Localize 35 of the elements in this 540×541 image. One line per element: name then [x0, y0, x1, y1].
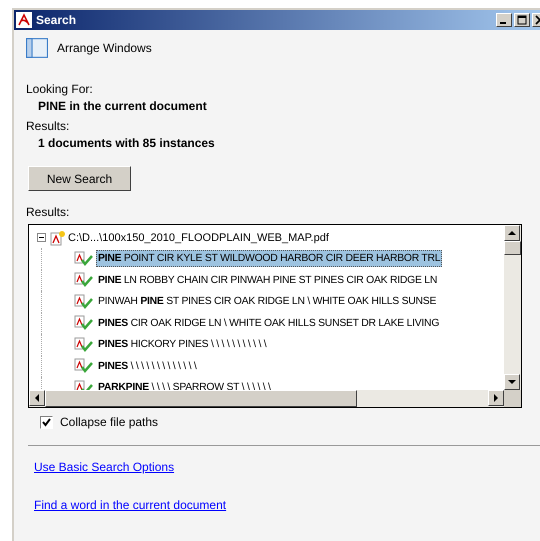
- collapse-file-paths-label[interactable]: Collapse file paths: [60, 415, 158, 429]
- window-title: Search: [36, 13, 78, 27]
- file-path-item[interactable]: C:\D...\100x150_2010_FLOODPLAIN_WEB_MAP.pdf: [68, 232, 329, 244]
- scrollbar-corner: [504, 390, 521, 407]
- search-query-text: PINE in the current document: [37, 99, 208, 113]
- scroll-thumb[interactable]: [504, 241, 521, 255]
- pdf-file-icon: [49, 230, 65, 246]
- checked-document-icon: [74, 272, 94, 288]
- arrange-windows-label[interactable]: Arrange Windows: [57, 41, 152, 55]
- search-result-item[interactable]: PINES \ \ \ \ \ \ \ \ \ \ \ \ \: [96, 358, 198, 375]
- checked-document-icon: [74, 336, 94, 353]
- checked-document-icon: [74, 358, 94, 374]
- link[interactable]: Use Basic Search Options: [34, 460, 174, 474]
- search-result-item[interactable]: PINES HICKORY PINES \ \ \ \ \ \ \ \ \ \ \: [96, 336, 268, 354]
- search-result-item[interactable]: PINES CIR OAK RIDGE LN \ WHITE OAK HILLS SUNSET DR LAKE LIVING: [96, 314, 442, 332]
- link[interactable]: Find a word in the current document: [34, 498, 226, 512]
- search-result-item[interactable]: PINE LN ROBBY CHAIN CIR PINWAH PINE ST PINES CIR OAK RIDGE LN: [96, 272, 440, 289]
- results-summary-text: 1 documents with 85 instances: [37, 136, 216, 150]
- document-app-icon: [16, 12, 32, 28]
- results-list-label: Results:: [26, 205, 70, 219]
- new-search-button[interactable]: New Search: [28, 166, 131, 191]
- checkbox[interactable]: [40, 416, 53, 428]
- checked-document-icon: [74, 250, 94, 267]
- search-result-item[interactable]: PINE POINT CIR KYLE ST WILDWOOD HARBOR CIR DEER HARBOR TRL: [96, 250, 442, 268]
- search-result-item[interactable]: PINWAH PINE ST PINES CIR OAK RIDGE LN \ WHITE OAK HILLS SUNSE: [96, 293, 438, 310]
- horizontal-scrollbar[interactable]: [29, 390, 521, 407]
- collapse-icon[interactable]: [37, 233, 46, 242]
- checked-document-icon: [74, 294, 94, 310]
- checked-document-icon: [74, 315, 94, 332]
- window-layout-icon[interactable]: [26, 38, 48, 58]
- looking-for-label: Looking For:: [26, 82, 94, 96]
- search-result-item[interactable]: PARKPINE \ \ \ \ SPARROW ST \ \ \ \ \ \: [96, 379, 273, 390]
- scroll-thumb[interactable]: [45, 390, 357, 407]
- results-label: Results:: [26, 119, 70, 133]
- vertical-scrollbar[interactable]: [504, 225, 521, 390]
